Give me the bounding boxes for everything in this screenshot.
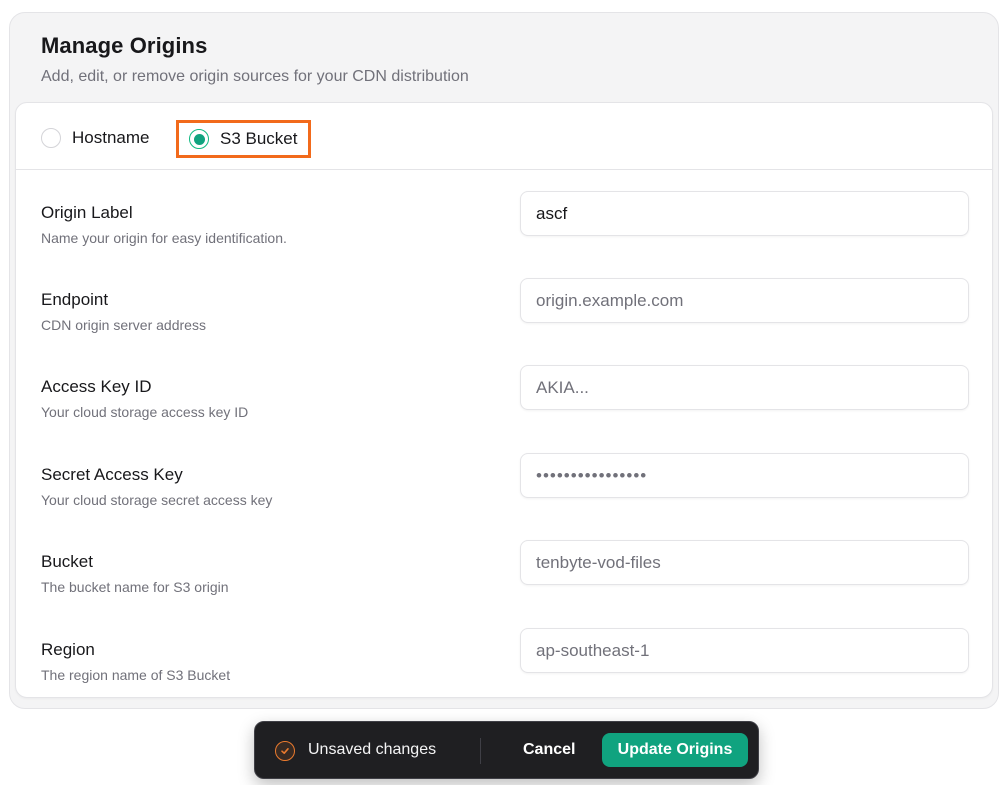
secret-access-key-help: Your cloud storage secret access key xyxy=(41,492,273,508)
access-key-id-input[interactable] xyxy=(520,365,969,410)
endpoint-help: CDN origin server address xyxy=(41,317,206,333)
region-help: The region name of S3 Bucket xyxy=(41,667,231,683)
toast-divider xyxy=(480,738,481,764)
field-secret-access-key: Secret Access Key Your cloud storage sec… xyxy=(16,453,992,551)
warning-check-icon xyxy=(275,741,295,761)
bucket-input[interactable] xyxy=(520,540,969,585)
field-endpoint: Endpoint CDN origin server address xyxy=(16,278,992,376)
origin-label-input[interactable] xyxy=(520,191,969,236)
field-access-key-id: Access Key ID Your cloud storage access … xyxy=(16,365,992,463)
radio-hostname-label: Hostname xyxy=(72,128,150,147)
radio-hostname[interactable]: Hostname xyxy=(41,128,149,148)
endpoint-input[interactable] xyxy=(520,278,969,323)
bucket-label: Bucket xyxy=(41,552,93,571)
check-icon xyxy=(281,748,289,754)
radio-hostname-circle[interactable] xyxy=(41,128,61,148)
origin-label-label: Origin Label xyxy=(41,203,133,222)
manage-origins-panel: Manage Origins Add, edit, or remove orig… xyxy=(9,12,999,709)
secret-access-key-input[interactable] xyxy=(520,453,969,498)
region-input[interactable] xyxy=(520,628,969,673)
update-origins-button[interactable]: Update Origins xyxy=(602,733,748,767)
bucket-help: The bucket name for S3 origin xyxy=(41,579,229,595)
field-bucket: Bucket The bucket name for S3 origin xyxy=(16,540,992,638)
region-label: Region xyxy=(41,640,95,659)
field-origin-label: Origin Label Name your origin for easy i… xyxy=(16,191,992,289)
access-key-id-help: Your cloud storage access key ID xyxy=(41,404,249,420)
cancel-button[interactable]: Cancel xyxy=(513,733,585,767)
radio-selected-dot xyxy=(193,133,205,145)
page-title: Manage Origins xyxy=(41,33,208,58)
origin-label-help: Name your origin for easy identification… xyxy=(41,230,287,246)
panel-header: Manage Origins Add, edit, or remove orig… xyxy=(41,33,469,86)
radio-s3-bucket-circle[interactable] xyxy=(189,129,209,149)
secret-access-key-label: Secret Access Key xyxy=(41,465,183,484)
origin-form-card: Hostname S3 Bucket Origin Label Name you… xyxy=(15,102,993,698)
origin-type-selector: Hostname S3 Bucket xyxy=(16,103,992,170)
endpoint-label: Endpoint xyxy=(41,290,109,309)
field-region: Region The region name of S3 Bucket xyxy=(16,628,992,726)
radio-s3-bucket[interactable]: S3 Bucket xyxy=(176,120,311,158)
unsaved-changes-text: Unsaved changes xyxy=(308,741,437,758)
radio-s3-bucket-label: S3 Bucket xyxy=(220,129,298,148)
page-subtitle: Add, edit, or remove origin sources for … xyxy=(41,68,469,85)
access-key-id-label: Access Key ID xyxy=(41,377,152,396)
unsaved-changes-bar: Unsaved changes Cancel Update Origins xyxy=(254,721,759,779)
